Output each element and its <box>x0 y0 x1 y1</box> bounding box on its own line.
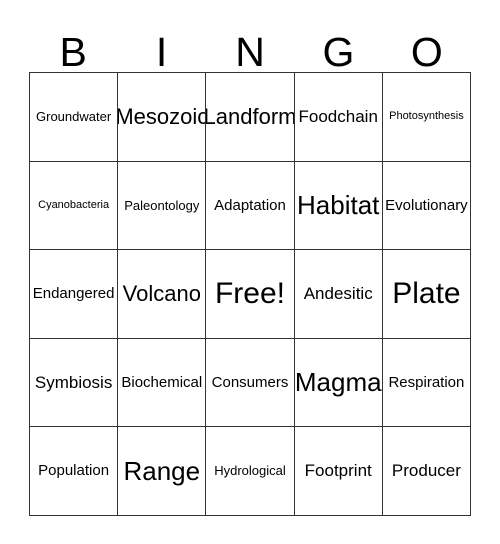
bingo-cell[interactable]: Mesozoic <box>118 73 207 162</box>
bingo-header-letter: B <box>59 29 87 76</box>
bingo-header-cell-b: B <box>29 16 117 76</box>
bingo-cell[interactable]: Magma <box>294 338 383 428</box>
bingo-cell-label: Footprint <box>304 461 372 481</box>
bingo-cell-label: Andesitic <box>303 284 373 304</box>
bingo-cell[interactable]: Photosynthesis <box>382 73 472 162</box>
bingo-header-letter: O <box>410 29 443 76</box>
bingo-cell[interactable]: Consumers <box>206 338 295 428</box>
bingo-cell[interactable]: Groundwater <box>30 73 119 162</box>
bingo-cell[interactable]: Endangered <box>30 250 119 339</box>
bingo-cell[interactable]: Footprint <box>294 427 383 516</box>
bingo-cell[interactable]: Population <box>30 427 119 516</box>
bingo-cell[interactable]: Symbiosis <box>30 338 119 428</box>
bingo-cell[interactable]: Hydrological <box>206 427 295 516</box>
bingo-cell-label: Population <box>38 462 110 480</box>
bingo-header-letter: I <box>155 29 168 76</box>
bingo-cell-label: Adaptation <box>214 196 286 214</box>
bingo-cell-label: Volcano <box>122 281 201 307</box>
bingo-cell-label: Magma <box>294 366 382 397</box>
bingo-cell[interactable]: Plate <box>382 250 472 339</box>
bingo-cell-label: Habitat <box>297 189 380 220</box>
bingo-cell[interactable]: Paleontology <box>118 161 207 251</box>
bingo-cell-label: Consumers <box>211 373 289 391</box>
bingo-row: Cyanobacteria Paleontology Adaptation Ha… <box>30 161 472 251</box>
bingo-cell[interactable]: Producer <box>382 427 472 516</box>
bingo-cell-label: Cyanobacteria <box>38 198 110 211</box>
bingo-cell[interactable]: Andesitic <box>294 250 383 339</box>
bingo-header-letter: N <box>235 29 265 76</box>
bingo-cell-label: Foodchain <box>298 106 378 126</box>
bingo-cell[interactable]: Foodchain <box>294 73 383 162</box>
bingo-row: Endangered Volcano Free! Andesitic Plate <box>30 250 472 339</box>
bingo-cell-label: Hydrological <box>214 463 286 479</box>
bingo-cell[interactable]: Biochemical <box>118 338 207 428</box>
bingo-cell-label: Range <box>123 455 201 486</box>
bingo-cell[interactable]: Volcano <box>118 250 207 339</box>
bingo-row: Groundwater Mesozoic Landform Foodchain … <box>30 73 472 162</box>
bingo-cell[interactable]: Range <box>118 427 207 516</box>
bingo-header-cell-o: O <box>383 16 471 76</box>
bingo-cell-label: Groundwater <box>36 108 112 124</box>
bingo-cell-label: Endangered <box>32 285 115 303</box>
bingo-cell-label: Plate <box>392 277 461 311</box>
bingo-cell-label: Producer <box>391 461 461 481</box>
bingo-cell-label: Biochemical <box>121 373 203 391</box>
bingo-cell[interactable]: Evolutionary <box>382 161 472 251</box>
bingo-cell-label: Mesozoic <box>118 104 207 130</box>
bingo-cell[interactable]: Landform <box>206 73 295 162</box>
bingo-cell-label: Landform <box>206 104 295 130</box>
bingo-row: Symbiosis Biochemical Consumers Magma Re… <box>30 338 472 428</box>
bingo-cell[interactable]: Habitat <box>294 161 383 251</box>
bingo-cell-label: Free! <box>214 277 286 311</box>
bingo-header-cell-i: I <box>117 16 205 76</box>
bingo-grid: Groundwater Mesozoic Landform Foodchain … <box>29 72 472 516</box>
bingo-header-cell-g: G <box>294 16 382 76</box>
bingo-cell-label: Symbiosis <box>34 372 113 392</box>
bingo-cell[interactable]: Adaptation <box>206 161 295 251</box>
bingo-header-letter: G <box>322 29 355 76</box>
bingo-header-cell-n: N <box>206 16 294 76</box>
bingo-cell-label: Photosynthesis <box>389 110 464 123</box>
bingo-cell-label: Evolutionary <box>385 196 468 214</box>
bingo-cell-label: Respiration <box>388 373 465 391</box>
bingo-cell[interactable]: Respiration <box>382 338 472 428</box>
bingo-header-row: B I N G O <box>29 16 471 76</box>
bingo-cell-free-space[interactable]: Free! <box>206 250 295 339</box>
bingo-card: B I N G O Groundwater Mesozoic Landform … <box>29 16 472 516</box>
bingo-cell[interactable]: Cyanobacteria <box>30 161 119 251</box>
bingo-row: Population Range Hydrological Footprint … <box>30 427 472 516</box>
bingo-cell-label: Paleontology <box>124 197 200 213</box>
